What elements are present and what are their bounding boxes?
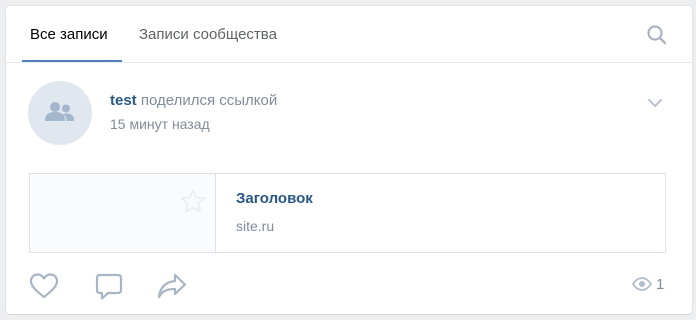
wall-card: Все записи Записи сообщества test подели… (6, 6, 692, 314)
star-icon (180, 189, 206, 213)
post-action-text: поделился ссылкой (140, 92, 278, 109)
avatar[interactable] (28, 81, 92, 145)
link-domain: site.ru (236, 218, 275, 234)
search-icon[interactable] (646, 24, 668, 46)
tab-all-posts[interactable]: Все записи (22, 6, 116, 62)
wall-tabs: Все записи Записи сообщества (6, 6, 692, 63)
chevron-down-icon[interactable] (646, 94, 664, 112)
post-time[interactable]: 15 минут назад (110, 116, 210, 132)
post-author-line: test поделился ссылкой (110, 92, 277, 109)
share-icon[interactable] (156, 272, 188, 300)
eye-icon (632, 277, 652, 291)
heart-icon[interactable] (29, 272, 59, 300)
link-title[interactable]: Заголовок (236, 190, 313, 207)
link-thumbnail (30, 174, 216, 252)
author-name[interactable]: test (110, 92, 137, 109)
tab-community-posts[interactable]: Записи сообщества (139, 6, 277, 62)
link-attachment[interactable]: Заголовок site.ru (29, 173, 666, 253)
active-tab-indicator (22, 60, 122, 62)
views-count: 1 (656, 276, 665, 293)
comment-icon[interactable] (95, 272, 123, 302)
group-icon (45, 102, 74, 121)
